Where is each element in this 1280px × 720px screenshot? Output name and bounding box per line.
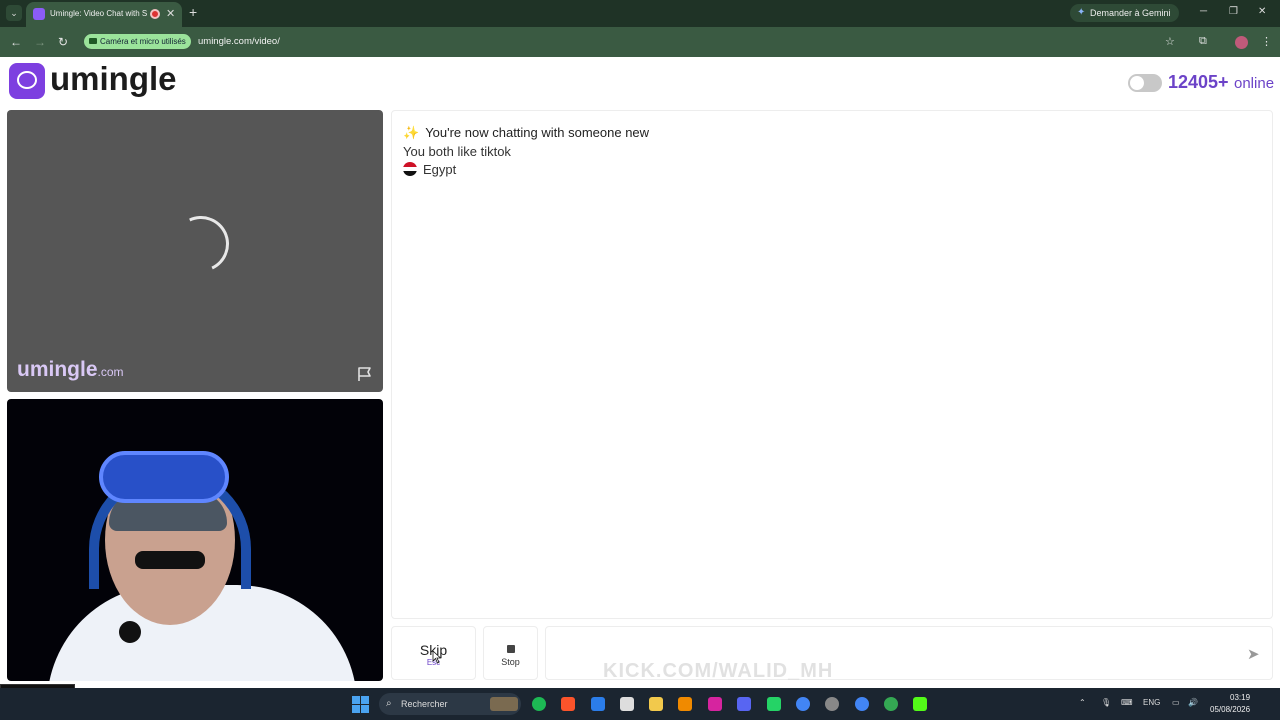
- watermark-text: umingle: [17, 358, 98, 381]
- close-tab-icon[interactable]: ✕: [166, 7, 175, 20]
- umingle-favicon-icon: [33, 8, 45, 20]
- back-icon[interactable]: ←: [10, 35, 22, 49]
- chat-system-message: ✨ You're now chatting with someone new: [403, 125, 649, 141]
- sparkles-icon: ✨: [403, 125, 420, 140]
- tab-list-button[interactable]: ⌄: [6, 5, 22, 21]
- chat-bubble-icon: [17, 71, 37, 89]
- chrome-alt-icon[interactable]: [825, 697, 839, 711]
- headset-mic: [119, 621, 141, 643]
- logo-text[interactable]: umingle: [50, 60, 177, 98]
- search-label: Rechercher: [401, 699, 448, 709]
- widgets-icon[interactable]: [490, 697, 518, 711]
- egypt-flag-icon: [403, 162, 417, 176]
- profile-avatar[interactable]: [1235, 36, 1248, 49]
- chrome-active-icon[interactable]: [884, 697, 898, 711]
- spotify-icon[interactable]: [532, 697, 546, 711]
- search-icon: ⌕: [386, 698, 392, 709]
- stop-label: Stop: [501, 657, 520, 667]
- tab-title: Umingle: Video Chat with S: [50, 9, 148, 18]
- ski-goggles: [99, 451, 229, 503]
- online-label: online: [1234, 75, 1275, 92]
- umingle-logo-icon[interactable]: [9, 63, 45, 99]
- sunglasses: [135, 551, 205, 569]
- gemini-label: Demander à Gemini: [1090, 8, 1171, 18]
- forward-icon[interactable]: →: [34, 35, 46, 49]
- volume-icon[interactable]: 🔊: [1188, 698, 1198, 707]
- stop-button[interactable]: Stop: [483, 626, 538, 680]
- send-icon[interactable]: ➤: [1247, 645, 1260, 663]
- browser-tab[interactable]: Umingle: Video Chat with S ✕: [26, 2, 182, 27]
- clock-date[interactable]: 05/08/2026: [1210, 705, 1250, 714]
- browser-tab-bar: ⌄ Umingle: Video Chat with S ✕ + ✦ Deman…: [0, 0, 1280, 27]
- url-field[interactable]: umingle.com/video/: [198, 36, 280, 47]
- chrome-icon[interactable]: [796, 697, 810, 711]
- country-name: Egypt: [423, 162, 457, 177]
- reload-icon[interactable]: ↻: [58, 35, 68, 49]
- kick-stream-overlay: KICK.COM/WALID_MH: [603, 660, 834, 682]
- toggle-knob: [1130, 76, 1144, 90]
- chat-system-text: You're now chatting with someone new: [425, 125, 650, 140]
- vlc-icon[interactable]: [678, 697, 692, 711]
- camera-permission-chip[interactable]: Caméra et micro utilisés: [84, 34, 191, 49]
- extensions-icon[interactable]: ⧉: [1199, 35, 1207, 48]
- chat-panel: ✨ You're now chatting with someone new Yo…: [391, 110, 1273, 619]
- online-count: 12405+: [1168, 72, 1229, 92]
- common-interest-message: You both like tiktok: [403, 144, 511, 159]
- instagram-icon[interactable]: [708, 697, 722, 711]
- file-explorer-icon[interactable]: [649, 697, 663, 711]
- whatsapp-icon[interactable]: [767, 697, 781, 711]
- theme-toggle[interactable]: [1128, 74, 1162, 92]
- windows-start-icon[interactable]: [352, 696, 369, 713]
- close-window-icon[interactable]: ✕: [1258, 6, 1266, 17]
- windows-taskbar: ⌕ Rechercher ⌃ 🎙 ⌨ ENG ▭ 🔊 03:19 05/08/2…: [0, 688, 1280, 720]
- streaming-app-icon[interactable]: [913, 697, 927, 711]
- gemini-icon: ✦: [1077, 7, 1086, 18]
- country-message: Egypt: [403, 162, 456, 177]
- loading-spinner-icon: [165, 208, 237, 280]
- new-tab-button[interactable]: +: [189, 4, 197, 20]
- stop-icon: [506, 645, 515, 653]
- camera-icon: [89, 38, 97, 44]
- address-bar: ← → ↻ Caméra et micro utilisés umingle.c…: [0, 27, 1280, 57]
- mouse-cursor-icon: [432, 650, 442, 664]
- video-watermark: umingle.com: [17, 358, 124, 382]
- language-indicator[interactable]: ENG: [1143, 698, 1160, 707]
- keyboard-icon[interactable]: ⌨: [1121, 698, 1133, 707]
- menu-icon[interactable]: ⋮: [1261, 35, 1272, 48]
- recording-icon: [150, 9, 160, 19]
- defender-icon[interactable]: [591, 697, 605, 711]
- permission-label: Caméra et micro utilisés: [100, 37, 186, 46]
- mic-tray-icon[interactable]: 🎙: [1101, 698, 1111, 707]
- network-icon[interactable]: ▭: [1172, 698, 1180, 707]
- bookmark-star-icon[interactable]: ☆: [1165, 35, 1175, 48]
- store-icon[interactable]: [620, 697, 634, 711]
- stranger-video: umingle.com: [7, 110, 383, 392]
- tray-chevron-icon[interactable]: ⌃: [1079, 698, 1086, 707]
- report-flag-icon[interactable]: [357, 366, 373, 382]
- clock-time[interactable]: 03:19: [1230, 693, 1250, 702]
- discord-icon[interactable]: [737, 697, 751, 711]
- chrome-profile-icon[interactable]: [855, 697, 869, 711]
- restore-icon[interactable]: ❐: [1229, 6, 1238, 17]
- minimize-icon[interactable]: ─: [1200, 6, 1207, 17]
- self-video: [7, 399, 383, 681]
- gemini-button[interactable]: ✦ Demander à Gemini: [1070, 4, 1179, 22]
- brave-icon[interactable]: [561, 697, 575, 711]
- watermark-suffix: .com: [97, 365, 124, 379]
